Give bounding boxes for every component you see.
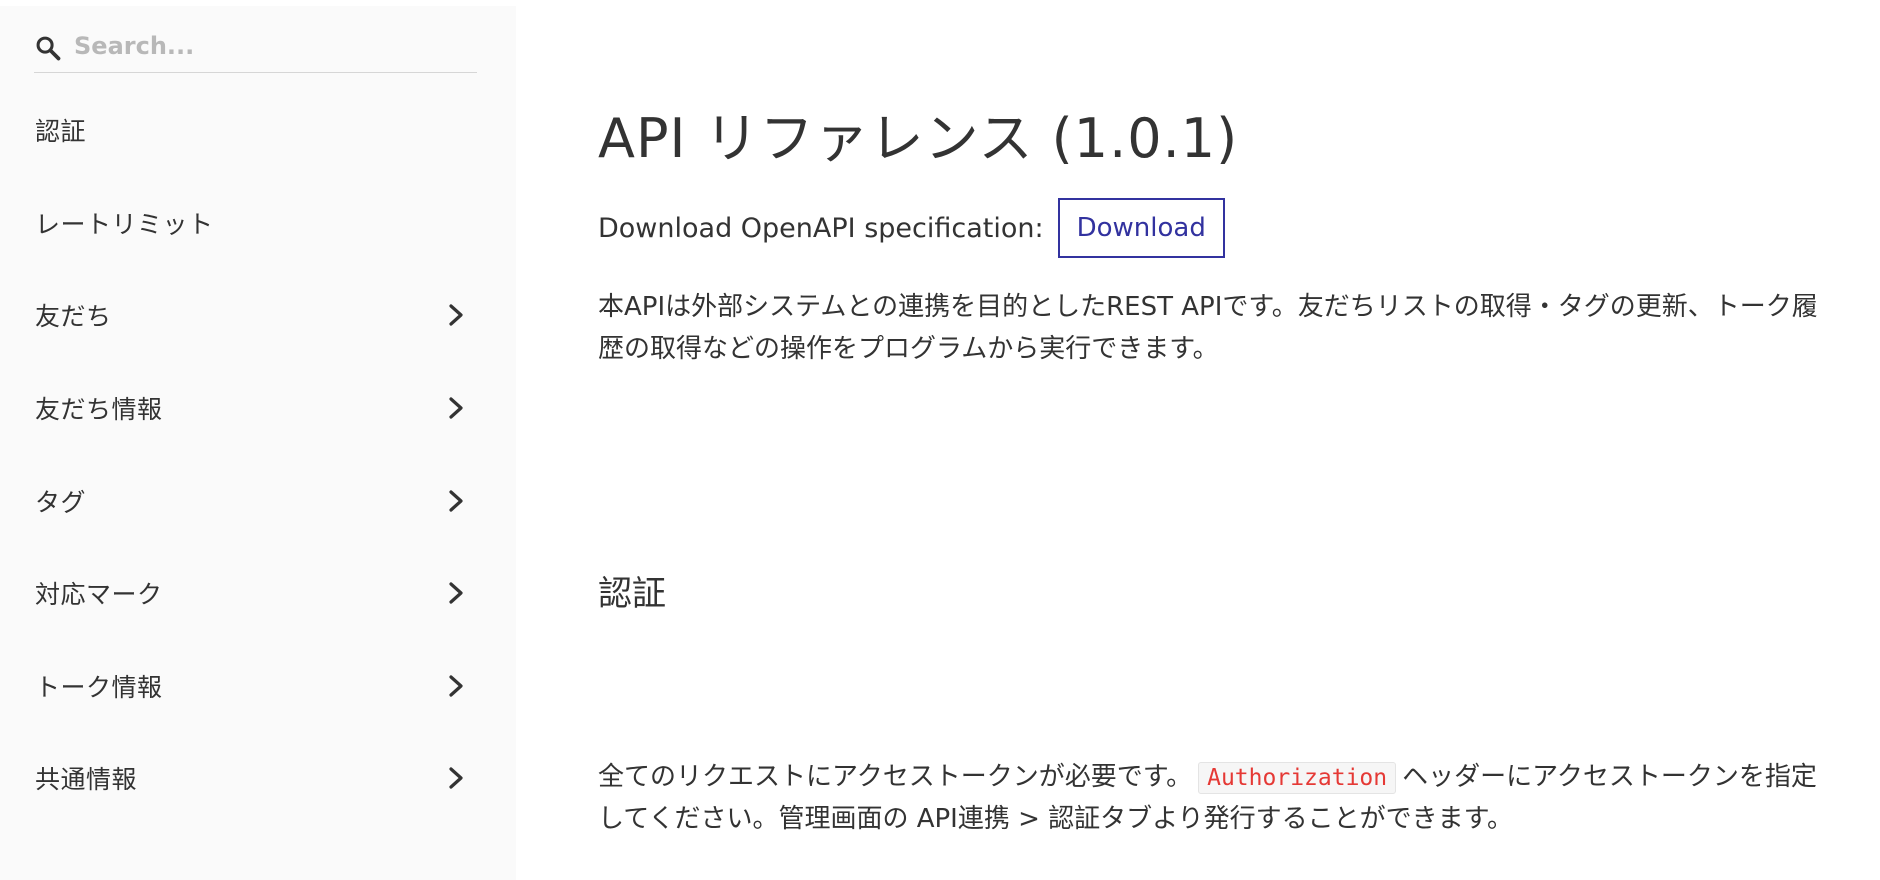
sidebar-item-response-marks[interactable]: 対応マーク bbox=[0, 547, 516, 640]
chevron-right-icon bbox=[449, 490, 463, 512]
chevron-right-icon bbox=[449, 582, 463, 604]
sidebar-item-rate-limit[interactable]: レートリミット bbox=[0, 177, 516, 270]
sidebar-item-tags[interactable]: タグ bbox=[0, 454, 516, 547]
authorization-code: Authorization bbox=[1198, 762, 1397, 794]
chevron-right-icon bbox=[449, 304, 463, 327]
auth-description: 全てのリクエストにアクセストークンが必要です。 Authorization ヘッダー… bbox=[598, 756, 1838, 840]
sidebar-item-friends[interactable]: 友だち bbox=[0, 269, 516, 362]
chevron-right-icon bbox=[449, 675, 463, 697]
section-title-auth: 認証 bbox=[598, 574, 666, 614]
auth-text-before: 全てのリクエストにアクセストークンが必要です。 bbox=[598, 762, 1193, 792]
search-input[interactable] bbox=[74, 28, 464, 64]
search-icon bbox=[36, 36, 61, 61]
sidebar-item-common-info[interactable]: 共通情報 bbox=[0, 732, 516, 825]
download-row: Download OpenAPI specification: Download bbox=[598, 196, 1225, 260]
app: 認証 レートリミット 友だち 友だち情報 タグ bbox=[0, 0, 1880, 880]
sidebar-item-label: タグ bbox=[35, 487, 87, 517]
sidebar: 認証 レートリミット 友だち 友だち情報 タグ bbox=[0, 6, 516, 880]
sidebar-item-label: 友だち情報 bbox=[35, 395, 163, 425]
sidebar-item-talk-info[interactable]: トーク情報 bbox=[0, 640, 516, 733]
intro-text: 本APIは外部システムとの連携を目的としたREST APIです。友だちリストの取… bbox=[598, 292, 1818, 364]
page-title: API リファレンス (1.0.1) bbox=[598, 107, 1239, 170]
sidebar-nav: 認証 レートリミット 友だち 友だち情報 タグ 対応マーク トーク情報 共通情報 bbox=[0, 84, 516, 825]
chevron-right-icon bbox=[449, 397, 463, 419]
sidebar-item-auth[interactable]: 認証 bbox=[0, 84, 516, 177]
sidebar-item-label: トーク情報 bbox=[35, 672, 163, 702]
sidebar-item-friend-info[interactable]: 友だち情報 bbox=[0, 362, 516, 455]
sidebar-item-label: レートリミット bbox=[35, 209, 214, 239]
sidebar-item-label: 対応マーク bbox=[35, 580, 163, 610]
download-button[interactable]: Download bbox=[1057, 198, 1225, 258]
download-label: Download OpenAPI specification: bbox=[598, 212, 1044, 244]
sidebar-item-label: 認証 bbox=[35, 117, 87, 147]
sidebar-item-label: 共通情報 bbox=[35, 765, 138, 795]
search-box bbox=[34, 20, 477, 73]
chevron-right-icon bbox=[449, 767, 463, 790]
sidebar-item-label: 友だち bbox=[35, 302, 112, 332]
